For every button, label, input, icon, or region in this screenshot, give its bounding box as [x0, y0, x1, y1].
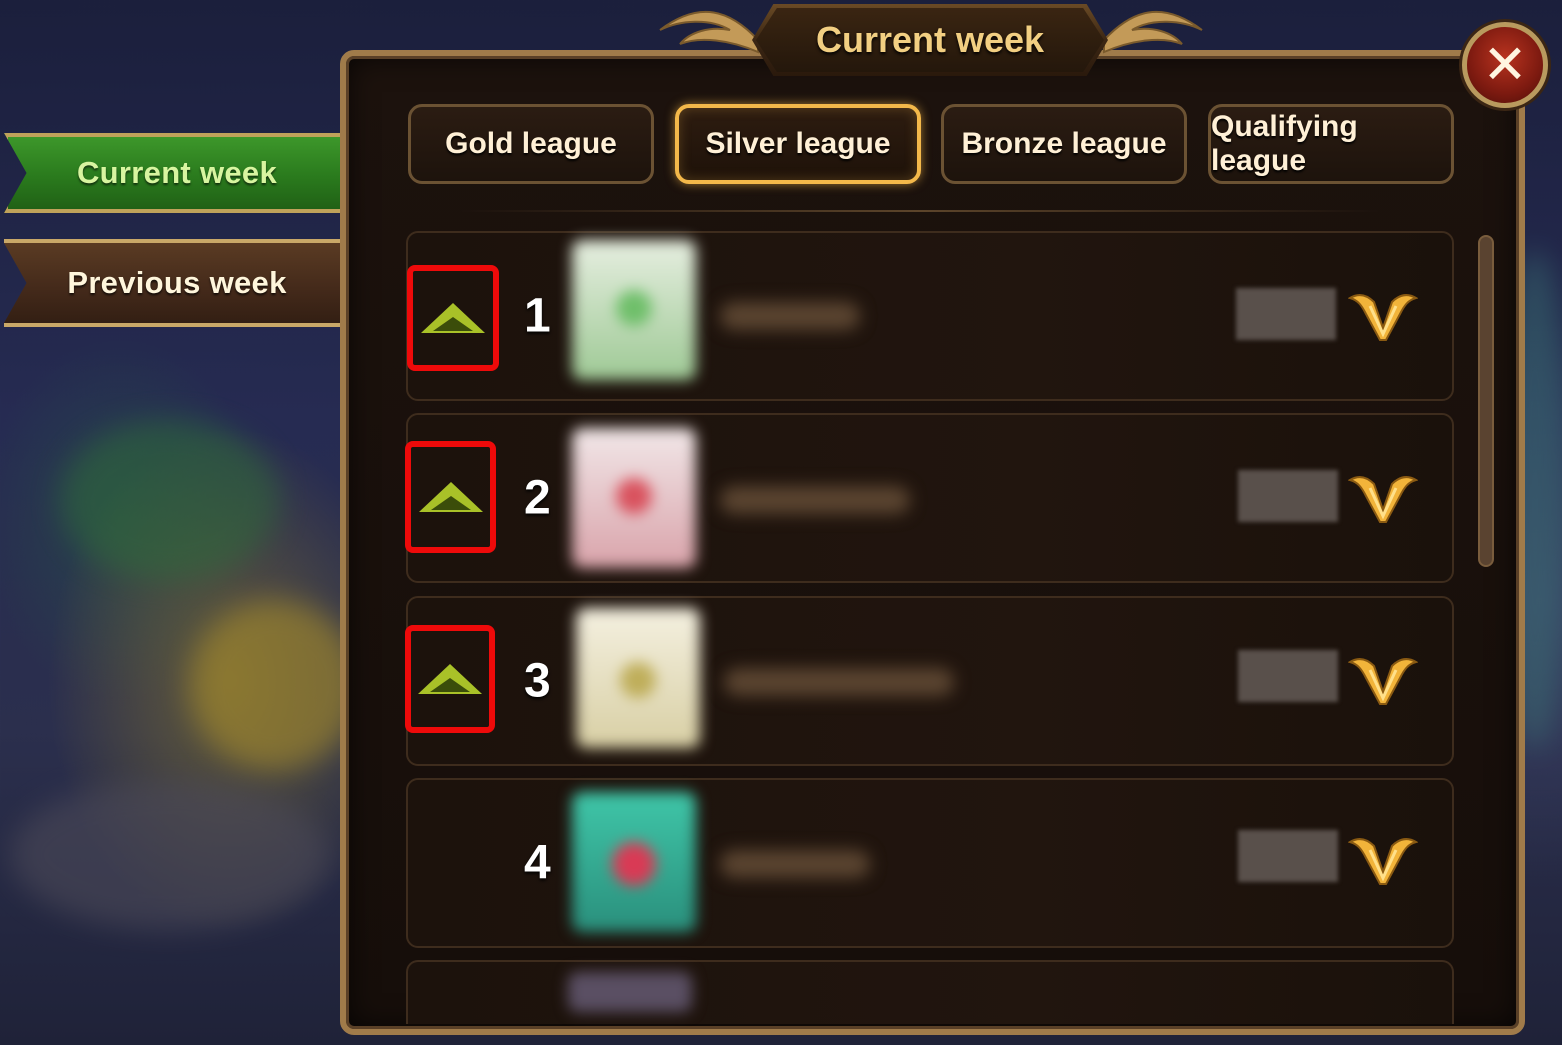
- v-badge-icon: [1348, 832, 1418, 888]
- score-redacted: [1236, 288, 1336, 340]
- guild-emblem: [568, 972, 692, 1012]
- promotion-highlight: [407, 265, 499, 371]
- player-name-redacted: [724, 668, 954, 696]
- player-name-redacted: [720, 302, 860, 330]
- rank-number: 1: [524, 289, 551, 343]
- tab-label: Silver league: [705, 127, 891, 160]
- close-button[interactable]: ✕: [1462, 22, 1548, 108]
- player-name-redacted: [720, 850, 870, 878]
- guild-emblem: [572, 792, 696, 932]
- side-tab-border: [4, 239, 340, 243]
- rank-number: 3: [524, 654, 551, 708]
- side-tab-label: Previous week: [67, 265, 287, 300]
- background-scenery: [10, 780, 330, 930]
- title-plate: Current week: [752, 4, 1108, 76]
- promotion-highlight: [405, 441, 496, 553]
- page-title: Current week: [815, 19, 1045, 60]
- v-badge-icon: [1348, 288, 1418, 344]
- tab-qualifying-league[interactable]: Qualifying league: [1208, 104, 1454, 184]
- guild-emblem: [576, 608, 700, 748]
- up-arrow-icon: [418, 482, 483, 512]
- side-tab-current-week[interactable]: Current week: [4, 133, 380, 213]
- background-scenery: [190, 600, 360, 770]
- tab-label: Qualifying league: [1211, 110, 1358, 177]
- promotion-highlight: [405, 625, 495, 733]
- rank-number: 2: [524, 471, 551, 525]
- tab-gold-league[interactable]: Gold league: [408, 104, 654, 184]
- left-wing-ornament: [659, 10, 759, 54]
- scrollbar[interactable]: [1478, 235, 1494, 567]
- tab-bronze-league[interactable]: Bronze league: [941, 104, 1187, 184]
- tab-label: Gold league: [445, 127, 617, 160]
- score-redacted: [1238, 830, 1338, 882]
- v-badge-icon: [1348, 652, 1418, 708]
- side-tab-previous-week[interactable]: Previous week: [4, 243, 380, 323]
- tab-silver-league[interactable]: Silver league: [675, 104, 921, 184]
- score-redacted: [1238, 470, 1338, 522]
- leaderboard-row[interactable]: [406, 960, 1454, 1024]
- player-name-redacted: [720, 486, 910, 514]
- divider: [460, 210, 1380, 212]
- right-wing-ornament: [1103, 10, 1203, 54]
- rank-number: 4: [524, 836, 551, 890]
- background-scenery: [60, 420, 280, 580]
- v-badge-icon: [1348, 470, 1418, 526]
- guild-emblem: [572, 428, 696, 568]
- side-tab-label: Current week: [77, 155, 277, 190]
- up-arrow-icon: [421, 303, 485, 333]
- score-redacted: [1238, 650, 1338, 702]
- up-arrow-icon: [418, 664, 482, 694]
- side-tab-border: [4, 323, 340, 327]
- guild-emblem: [572, 240, 696, 380]
- tab-label: Bronze league: [961, 127, 1167, 160]
- close-icon: ✕: [1482, 35, 1528, 95]
